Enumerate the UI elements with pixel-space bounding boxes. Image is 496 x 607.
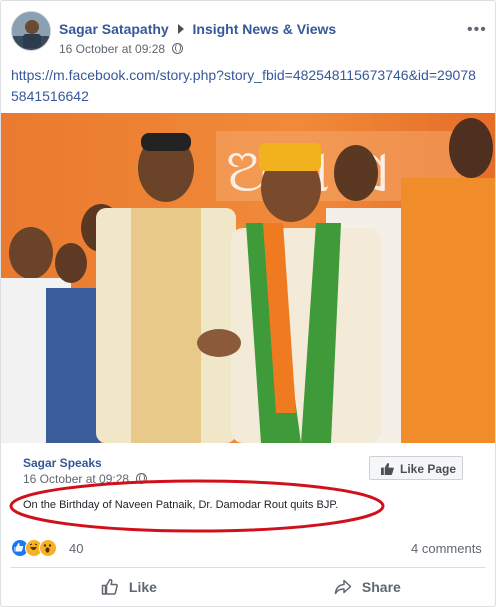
share-arrow-icon [334,579,352,595]
like-button-label: Like [128,579,157,595]
shared-page-name[interactable]: Sagar Speaks [23,456,102,470]
group-name[interactable]: Insight News & Views [193,21,337,37]
shared-to-arrow-icon [177,24,184,34]
post-link[interactable]: https://m.facebook.com/story.php?story_f… [11,65,481,107]
facebook-post: Sagar Satapathy Insight News & Views 16 … [0,0,496,607]
thumbs-up-icon [101,578,118,595]
globe-icon [136,473,148,484]
author-name[interactable]: Sagar Satapathy [59,21,169,37]
thumbs-up-icon [381,463,394,475]
wow-reaction-icon [39,539,57,557]
post-photo[interactable]: ଆଗ ସ [1,113,495,443]
shared-post-text: On the Birthday of Naveen Patnaik, Dr. D… [23,499,339,511]
post-meta: 16 October at 09:28 [59,42,184,56]
like-page-button[interactable]: Like Page [369,456,463,480]
shared-timestamp: 16 October at 09:28 [23,472,148,486]
comments-count-link[interactable]: 4 comments [411,541,482,556]
share-button-label: Share [361,579,401,595]
reaction-count: 40 [69,541,84,556]
author-avatar[interactable] [11,11,51,51]
shared-page-card: Sagar Speaks 16 October at 09:28 Like Pa… [7,448,491,533]
like-page-label: Like Page [400,462,457,476]
share-button[interactable]: Share [334,578,401,596]
like-button[interactable]: Like [101,578,157,596]
shared-timestamp-text[interactable]: 16 October at 09:28 [23,472,129,486]
post-header: Sagar Satapathy Insight News & Views [59,21,336,37]
post-timestamp[interactable]: 16 October at 09:28 [59,42,165,56]
more-options-icon[interactable]: ••• [467,21,487,39]
divider [11,567,485,568]
globe-icon [172,43,184,54]
